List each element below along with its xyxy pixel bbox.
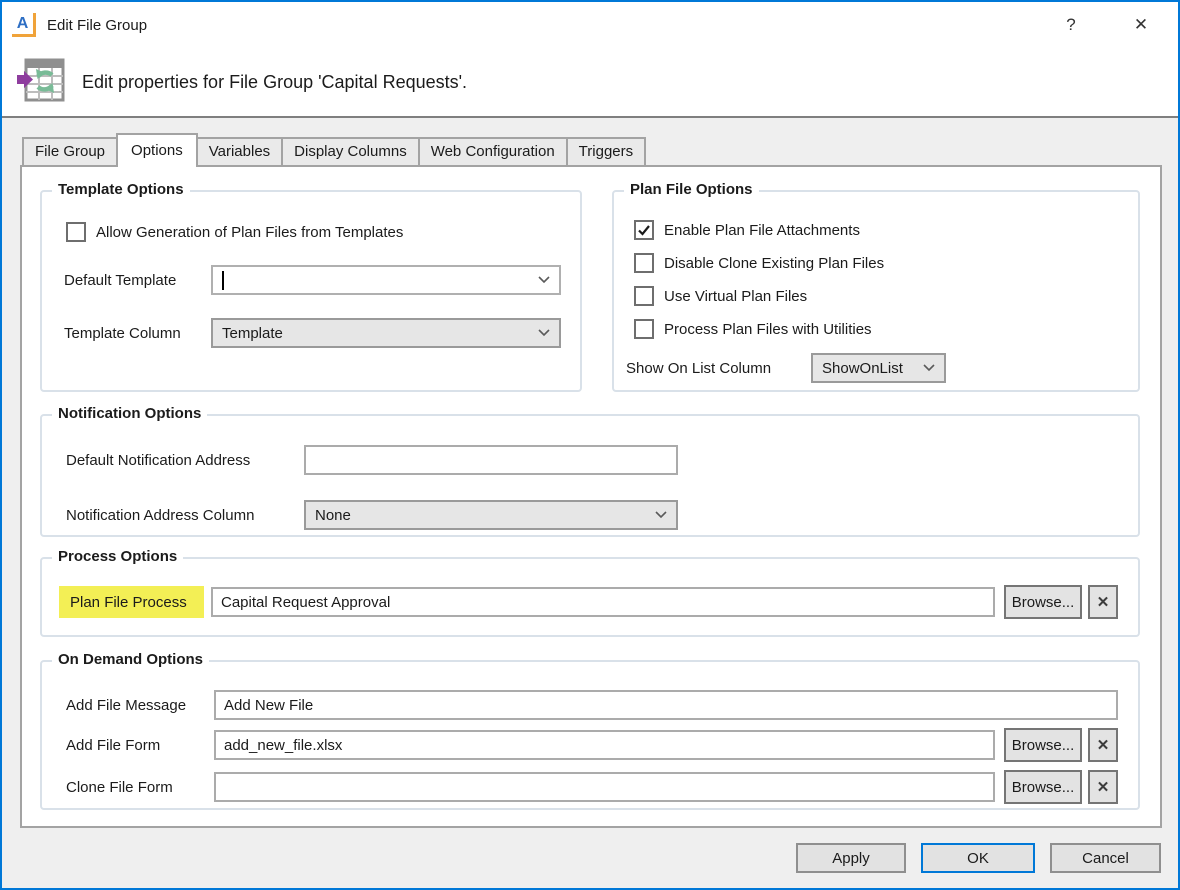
add-file-message-input[interactable] bbox=[214, 690, 1118, 720]
chevron-down-icon bbox=[923, 364, 935, 372]
show-on-list-value: ShowOnList bbox=[822, 360, 917, 377]
show-on-list-combobox[interactable]: ShowOnList bbox=[811, 353, 946, 383]
add-file-form-label: Add File Form bbox=[66, 737, 214, 754]
dialog-footer: Apply OK Cancel bbox=[2, 828, 1178, 888]
notification-address-column-label: Notification Address Column bbox=[66, 507, 304, 524]
close-icon[interactable]: ✕ bbox=[1126, 15, 1156, 35]
tab-file-group[interactable]: File Group bbox=[22, 137, 118, 165]
dialog-header: Edit properties for File Group 'Capital … bbox=[2, 48, 1178, 116]
window-title: Edit File Group bbox=[47, 17, 147, 34]
tab-variables[interactable]: Variables bbox=[196, 137, 283, 165]
text-caret bbox=[222, 271, 224, 290]
disable-clone-checkbox[interactable] bbox=[634, 253, 654, 273]
plan-file-process-browse-button[interactable]: Browse... bbox=[1004, 585, 1082, 619]
title-bar: A Edit File Group ? ✕ bbox=[2, 2, 1178, 48]
notification-address-column-value: None bbox=[315, 507, 649, 524]
disable-clone-label: Disable Clone Existing Plan Files bbox=[664, 255, 884, 272]
virtual-plan-files-label: Use Virtual Plan Files bbox=[664, 288, 807, 305]
add-file-message-row: Add File Message bbox=[66, 690, 1118, 720]
plan-file-options-title: Plan File Options bbox=[624, 181, 759, 198]
plan-file-options-group: Plan File Options Enable Plan File Attac… bbox=[612, 190, 1140, 392]
enable-attachments-label: Enable Plan File Attachments bbox=[664, 222, 860, 239]
enable-attachments-checkbox[interactable] bbox=[634, 220, 654, 240]
template-options-title: Template Options bbox=[52, 181, 190, 198]
add-file-form-row: Add File Form Browse... ✕ bbox=[66, 728, 1118, 762]
apply-button[interactable]: Apply bbox=[796, 843, 906, 873]
show-on-list-label: Show On List Column bbox=[626, 360, 811, 377]
on-demand-options-group: On Demand Options Add File Message Add F… bbox=[40, 660, 1140, 810]
notification-options-group: Notification Options Default Notificatio… bbox=[40, 414, 1140, 537]
dialog-description: Edit properties for File Group 'Capital … bbox=[82, 72, 467, 93]
options-tab-panel: Template Options Allow Generation of Pla… bbox=[20, 165, 1162, 828]
allow-generation-row[interactable]: Allow Generation of Plan Files from Temp… bbox=[66, 222, 580, 242]
add-file-form-clear-button[interactable]: ✕ bbox=[1088, 728, 1118, 762]
cancel-button[interactable]: Cancel bbox=[1050, 843, 1161, 873]
show-on-list-row: Show On List Column ShowOnList bbox=[626, 353, 1138, 383]
disable-clone-row[interactable]: Disable Clone Existing Plan Files bbox=[634, 253, 1138, 273]
clone-file-form-label: Clone File Form bbox=[66, 779, 214, 796]
plan-file-process-clear-button[interactable]: ✕ bbox=[1088, 585, 1118, 619]
enable-attachments-row[interactable]: Enable Plan File Attachments bbox=[634, 220, 1138, 240]
clear-x-icon: ✕ bbox=[1097, 778, 1110, 796]
clear-x-icon: ✕ bbox=[1097, 736, 1110, 754]
clone-file-form-input[interactable] bbox=[214, 772, 995, 802]
default-notification-address-label: Default Notification Address bbox=[66, 452, 304, 469]
template-column-label: Template Column bbox=[64, 325, 211, 342]
process-with-utilities-label: Process Plan Files with Utilities bbox=[664, 321, 872, 338]
add-file-form-input[interactable] bbox=[214, 730, 995, 760]
default-notification-address-row: Default Notification Address bbox=[66, 445, 1138, 475]
plan-file-process-input[interactable] bbox=[211, 587, 995, 617]
file-group-refresh-icon bbox=[16, 57, 66, 108]
clone-file-form-browse-button[interactable]: Browse... bbox=[1004, 770, 1082, 804]
tab-options[interactable]: Options bbox=[116, 133, 198, 167]
on-demand-options-title: On Demand Options bbox=[52, 651, 209, 668]
process-options-title: Process Options bbox=[52, 548, 183, 565]
clear-x-icon: ✕ bbox=[1097, 593, 1110, 611]
add-file-message-label: Add File Message bbox=[66, 697, 214, 714]
tab-triggers[interactable]: Triggers bbox=[566, 137, 646, 165]
template-options-group: Template Options Allow Generation of Pla… bbox=[40, 190, 582, 392]
tab-web-configuration[interactable]: Web Configuration bbox=[418, 137, 568, 165]
process-options-group: Process Options Plan File Process Browse… bbox=[40, 557, 1140, 637]
tab-display-columns[interactable]: Display Columns bbox=[281, 137, 420, 165]
plan-file-process-label: Plan File Process bbox=[59, 586, 204, 618]
app-logo-icon: A bbox=[12, 13, 36, 37]
template-column-combobox[interactable]: Template bbox=[211, 318, 561, 348]
tab-strip: File Group Options Variables Display Col… bbox=[22, 133, 646, 167]
virtual-plan-files-row[interactable]: Use Virtual Plan Files bbox=[634, 286, 1138, 306]
virtual-plan-files-checkbox[interactable] bbox=[634, 286, 654, 306]
edit-file-group-dialog: A Edit File Group ? ✕ E bbox=[0, 0, 1180, 890]
chevron-down-icon bbox=[538, 329, 550, 337]
chevron-down-icon bbox=[655, 511, 667, 519]
process-with-utilities-checkbox[interactable] bbox=[634, 319, 654, 339]
chevron-down-icon bbox=[538, 276, 550, 284]
default-template-combobox[interactable] bbox=[211, 265, 561, 295]
notification-options-title: Notification Options bbox=[52, 405, 207, 422]
default-notification-address-input[interactable] bbox=[304, 445, 678, 475]
add-file-form-browse-button[interactable]: Browse... bbox=[1004, 728, 1082, 762]
help-button[interactable]: ? bbox=[1056, 15, 1086, 35]
notification-address-column-row: Notification Address Column None bbox=[66, 500, 1138, 530]
clone-file-form-row: Clone File Form Browse... ✕ bbox=[66, 770, 1118, 804]
allow-generation-checkbox[interactable] bbox=[66, 222, 86, 242]
process-with-utilities-row[interactable]: Process Plan Files with Utilities bbox=[634, 319, 1138, 339]
template-column-row: Template Column Template bbox=[64, 318, 580, 348]
template-column-value: Template bbox=[222, 325, 532, 342]
allow-generation-label: Allow Generation of Plan Files from Temp… bbox=[96, 224, 403, 241]
dialog-content: File Group Options Variables Display Col… bbox=[2, 118, 1178, 888]
plan-file-process-row: Plan File Process Browse... ✕ bbox=[59, 585, 1118, 619]
default-template-label: Default Template bbox=[64, 272, 211, 289]
clone-file-form-clear-button[interactable]: ✕ bbox=[1088, 770, 1118, 804]
ok-button[interactable]: OK bbox=[921, 843, 1035, 873]
default-template-row: Default Template bbox=[64, 265, 580, 295]
app-logo-letter: A bbox=[17, 16, 29, 32]
notification-address-column-combobox[interactable]: None bbox=[304, 500, 678, 530]
